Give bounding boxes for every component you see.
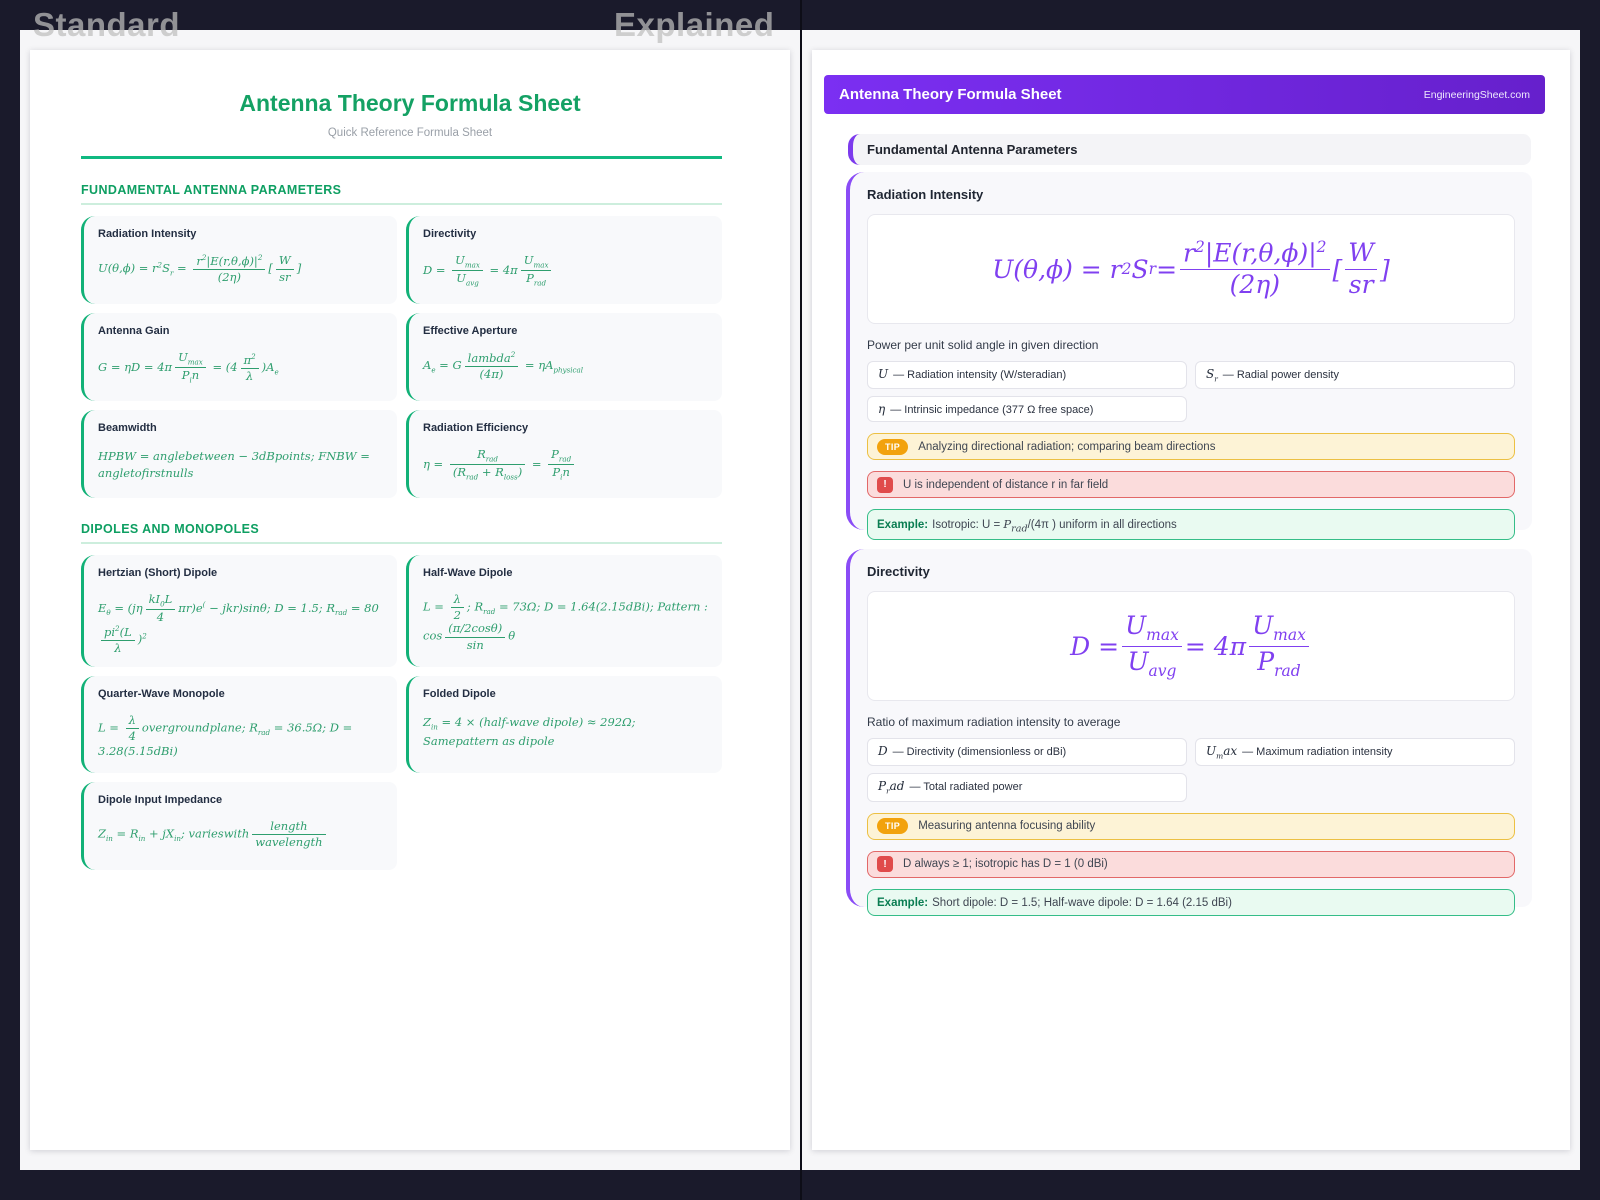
variable-grid: D — Directivity (dimensionless or dBi) U… [867, 738, 1515, 802]
warning-text: D always ≥ 1; isotropic has D = 1 (0 dBi… [903, 858, 1108, 871]
formula-card: Radiation Efficiency η = Rrad (Rrad + Rlo… [406, 410, 722, 498]
split-divider [800, 0, 802, 1200]
tip-text: Measuring antenna focusing ability [918, 820, 1096, 833]
example-text: Isotropic: U = Prad/(4π ) uniform in all… [932, 517, 1177, 535]
formula-card: Quarter-Wave Monopole L = λ 4 overgroundpl… [81, 675, 397, 773]
variable-symbol: D [878, 744, 888, 758]
tip-box: TIP Measuring antenna focusing ability [867, 812, 1515, 840]
formula-card: Half-Wave Dipole L = λ 2; Rrad = 73Ω; D =… [406, 555, 722, 667]
variable-description: — Intrinsic impedance (377 Ω free space) [890, 404, 1094, 417]
variable-box: U — Radiation intensity (W/steradian) [867, 361, 1187, 390]
example-label: Example: [877, 519, 929, 532]
formula-display: U(θ,ϕ) = r2Sr = r2|E(r,θ,ϕ)|2 (2η)[Wsr] [867, 214, 1515, 324]
card-formula: G = ηD = 4π Umax Pin = (4 π2 λ)Ae [98, 350, 279, 385]
variable-symbol: Prad [878, 779, 905, 796]
card-formula: Eθ = (jη kI0L 4 πr)e( − jkr)sinθ; D = 1.5; … [98, 592, 379, 655]
sheet-header: Antenna Theory Formula Sheet Engineering… [824, 75, 1545, 114]
standard-formula-sheet-page: Antenna Theory Formula Sheet Quick Refer… [30, 50, 790, 1150]
concept-card: Directivity D = Umax Uavg = 4π Umax Prad Ra… [846, 549, 1532, 916]
example-label: Example: [877, 896, 929, 909]
formula-card-grid: Hertzian (Short) Dipole Eθ = (jη kI0L 4 πr)… [81, 555, 722, 870]
card-title: Folded Dipole [423, 687, 496, 700]
concept-title: Directivity [867, 564, 930, 579]
card-title: Dipole Input Impedance [98, 793, 223, 806]
variable-symbol: η [878, 402, 886, 417]
card-title: Radiation Intensity [98, 228, 197, 240]
variable-box: Sr — Radial power density [1195, 361, 1515, 390]
card-formula: Zin = Rin + jXin; varieswith length wavele… [98, 819, 383, 849]
variable-symbol: Sr [1206, 367, 1218, 384]
formula-card: Hertzian (Short) Dipole Eθ = (jη kI0L 4 πr)… [81, 555, 397, 667]
card-title: Half-Wave Dipole [423, 567, 513, 579]
formula-card: Directivity D = Umax Uavg = 4π Umax Prad [406, 216, 722, 304]
sheet-header-title: Antenna Theory Formula Sheet [839, 86, 1062, 103]
variable-box: D — Directivity (dimensionless or dBi) [867, 738, 1187, 767]
concept-description: Ratio of maximum radiation intensity to … [867, 715, 1121, 729]
card-title: Beamwidth [98, 422, 157, 434]
card-formula: HPBW = anglebetween − 3dBpoints; FNBW = … [98, 449, 370, 481]
card-formula: Zin = 4 × (half-wave dipole) ≈ 292Ω; Sam… [423, 714, 636, 748]
card-title: Hertzian (Short) Dipole [98, 567, 218, 579]
formula-display: D = Umax Uavg = 4π Umax Prad [867, 591, 1515, 701]
example-box: Example: Short dipole: D = 1.5; Half-wave… [867, 888, 1515, 916]
explained-panel: Antenna Theory Formula Sheet Engineering… [802, 30, 1580, 1170]
formula-card: Dipole Input Impedance Zin = Rin + jXin;… [81, 781, 397, 870]
card-formula: D = Umax Uavg = 4π Umax Prad [423, 253, 708, 288]
warning-text: U is independent of distance r in far fi… [903, 478, 1109, 491]
variable-description: — Total radiated power [909, 781, 1023, 794]
variable-description: — Radiation intensity (W/steradian) [893, 369, 1067, 381]
warning-icon: ! [877, 856, 893, 873]
formula-card: Radiation Intensity U(θ,ϕ) = r2Sr = r2|E… [81, 216, 397, 304]
formula-card: Antenna Gain G = ηD = 4π Umax Pin = (4 π2 λ)… [81, 313, 397, 401]
title-rule [81, 156, 722, 159]
warning-box: ! D always ≥ 1; isotropic has D = 1 (0 d… [867, 850, 1515, 878]
card-title: Antenna Gain [98, 325, 170, 337]
section-heading-fundamental: FUNDAMENTAL ANTENNA PARAMETERS [81, 183, 722, 205]
concept-title: Radiation Intensity [867, 187, 984, 202]
comparison-label-explained: Explained [614, 6, 775, 43]
page-subtitle: Quick Reference Formula Sheet [327, 127, 493, 139]
formula-card: Effective Aperture Ae = Glambda2 (4π) = η… [406, 313, 722, 401]
comparison-label-standard: Standard [33, 6, 181, 43]
tip-badge: TIP [877, 438, 909, 455]
card-formula: η = Rrad (Rrad + Rloss) = Prad Pin [423, 447, 708, 482]
example-text: Short dipole: D = 1.5; Half-wave dipole:… [932, 896, 1232, 909]
card-title: Directivity [423, 228, 477, 240]
variable-description: — Directivity (dimensionless or dBi) [892, 746, 1067, 758]
example-box: Example: Isotropic: U = Prad/(4π ) unifor… [867, 509, 1515, 540]
variable-box: Umax — Maximum radiation intensity [1195, 738, 1515, 767]
concept-card: Radiation Intensity U(θ,ϕ) = r2Sr = r2|E… [846, 172, 1532, 540]
formula-card: Folded Dipole Zin = 4 × (half-wave dipol… [406, 675, 722, 773]
card-formula: Ae = Glambda2 (4π) = ηAphysical [423, 350, 584, 382]
tip-text: Analyzing directional radiation; compari… [918, 440, 1216, 453]
variable-box: Prad — Total radiated power [867, 773, 1187, 802]
card-title: Effective Aperture [423, 325, 518, 337]
warning-box: ! U is independent of distance r in far … [867, 471, 1515, 499]
explained-formula-sheet-page: Antenna Theory Formula Sheet Engineering… [812, 50, 1570, 1150]
variable-symbol: Umax [1206, 744, 1238, 761]
variable-symbol: U [878, 367, 889, 381]
concept-description: Power per unit solid angle in given dire… [867, 338, 1099, 352]
card-title: Radiation Efficiency [423, 422, 529, 434]
standard-panel: Antenna Theory Formula Sheet Quick Refer… [20, 30, 800, 1170]
variable-description: — Radial power density [1222, 369, 1339, 381]
formula-card: Beamwidth HPBW = anglebetween − 3dBpoint… [81, 410, 397, 498]
card-formula: U(θ,ϕ) = r2Sr = r2|E(r,θ,ϕ)|2 (2η)[Wsr] [98, 253, 302, 285]
card-formula: L = λ 4 overgroundplane; Rrad = 36.5Ω; D =… [98, 712, 353, 759]
variable-grid: U — Radiation intensity (W/steradian) Sr… [867, 361, 1515, 423]
page-title: Antenna Theory Formula Sheet [239, 90, 581, 116]
section-banner: Fundamental Antenna Parameters [848, 134, 1531, 165]
card-formula: L = λ 2; Rrad = 73Ω; D = 1.64(2.15dBi); P… [423, 592, 708, 652]
tip-box: TIP Analyzing directional radiation; com… [867, 433, 1515, 461]
card-title: Quarter-Wave Monopole [98, 687, 225, 700]
variable-box: η — Intrinsic impedance (377 Ω free spac… [867, 396, 1187, 423]
warning-icon: ! [877, 476, 893, 493]
formula-card-grid: Radiation Intensity U(θ,ϕ) = r2Sr = r2|E… [81, 216, 722, 498]
variable-description: — Maximum radiation intensity [1242, 746, 1393, 758]
site-link[interactable]: EngineeringSheet.com [1424, 89, 1530, 101]
section-heading-dipoles: DIPOLES AND MONOPOLES [81, 522, 722, 544]
tip-badge: TIP [877, 818, 909, 835]
